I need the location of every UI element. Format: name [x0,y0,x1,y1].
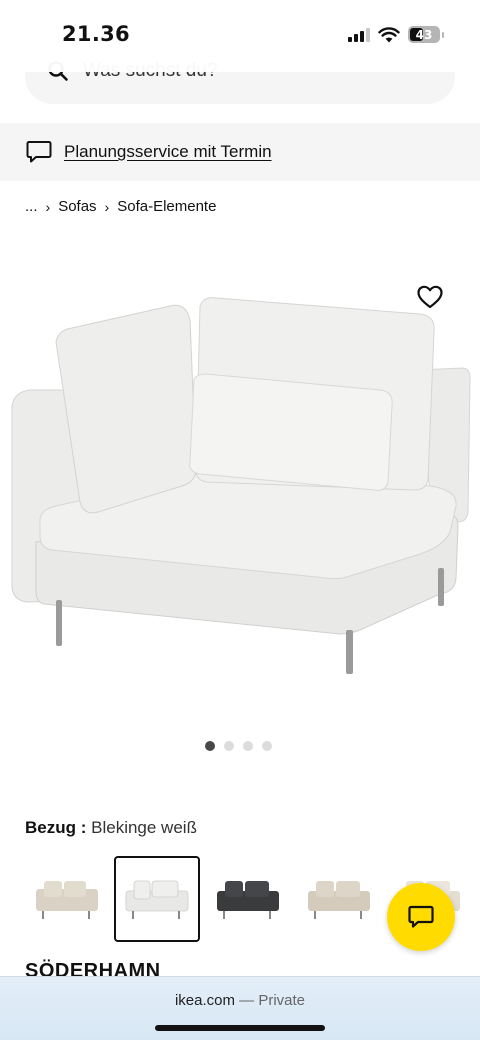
product-image[interactable] [0,250,480,710]
battery-percent: 43 [415,27,433,42]
cover-label: Bezug : [25,818,87,837]
sofa-thumbnail [125,880,189,919]
signal-icon [348,27,370,42]
wifi-status-icon [378,26,400,42]
carousel-dot[interactable] [224,741,234,751]
chevron-right-icon: › [104,198,110,215]
breadcrumb: ... › Sofas › Sofa-Elemente [25,198,216,215]
cover-value: Blekinge weiß [91,818,197,837]
swatch-beige[interactable] [24,856,110,942]
heart-icon[interactable] [416,284,444,310]
browser-address-bar[interactable]: ikea.com — Private [0,976,480,1040]
battery-status-icon: 43 [408,26,444,43]
breadcrumb-ellipsis[interactable]: ... [25,198,38,215]
chevron-right-icon: › [45,198,51,215]
sofa-thumbnail [308,881,370,919]
planning-service-banner[interactable]: Planungsservice mit Termin [0,123,480,181]
swatch-dark-grey[interactable] [205,856,291,942]
status-time-display: 21.36 [62,22,130,46]
private-mode-label: Private [258,992,306,1009]
url-domain: ikea.com [174,992,235,1009]
chat-bubble-icon [26,141,52,163]
swatch-white-selected[interactable] [114,856,200,942]
sofa-thumbnail [36,881,98,919]
carousel-indicator [205,741,272,751]
sofa-thumbnail [217,881,279,919]
breadcrumb-sofa-elements[interactable]: Sofa-Elemente [117,198,216,215]
chat-icon [408,905,434,928]
swatch-light-beige[interactable] [296,856,382,942]
planning-service-link[interactable]: Planungsservice mit Termin [64,142,272,162]
cover-selection: Bezug : Blekinge weiß [25,818,197,838]
url-display[interactable]: ikea.com — Private [0,992,480,1009]
status-bar-foreground: 21.36 43 [0,0,480,72]
status-icons-display: 43 [348,26,444,43]
carousel-dot-active[interactable] [205,741,215,751]
carousel-dot[interactable] [243,741,253,751]
chat-button[interactable] [387,883,455,951]
home-indicator [155,1025,325,1031]
url-separator: — [239,992,255,1009]
breadcrumb-sofas[interactable]: Sofas [58,198,96,215]
carousel-dot[interactable] [262,741,272,751]
